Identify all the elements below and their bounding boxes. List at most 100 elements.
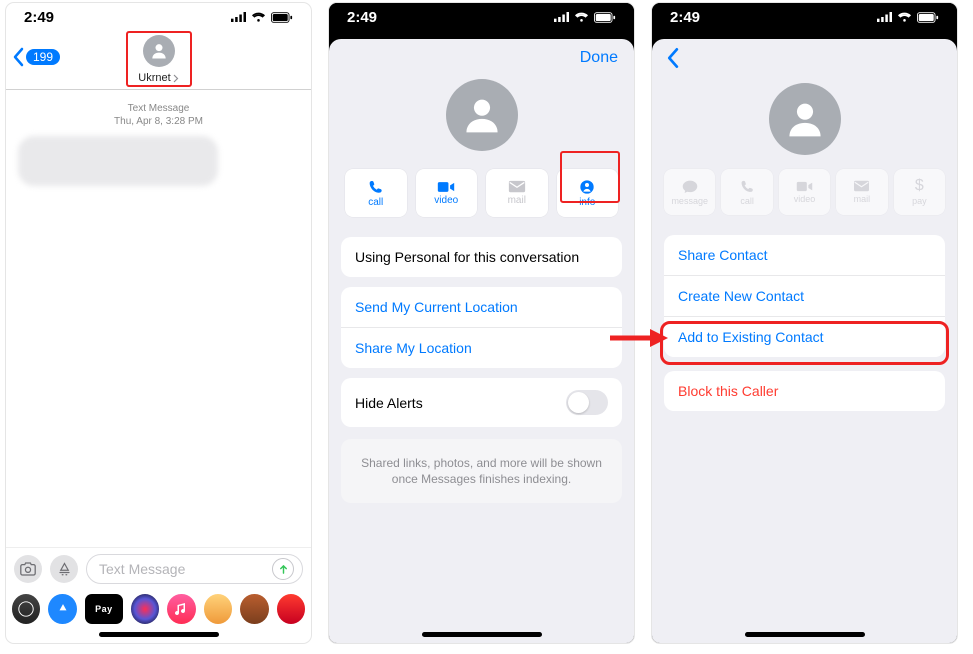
- group-block: Block this Caller: [664, 371, 945, 411]
- app-store-icon[interactable]: [12, 594, 40, 624]
- mail-button: mail: [486, 169, 548, 217]
- mail-icon: [508, 180, 526, 193]
- hide-alerts-row: Hide Alerts: [341, 378, 622, 427]
- video-icon: [796, 181, 813, 192]
- message-composer: Text Message: [6, 547, 311, 590]
- app-strip[interactable]: Pay: [6, 590, 311, 628]
- mail-icon: [853, 180, 870, 192]
- video-button: video: [779, 169, 830, 215]
- hide-alerts-label: Hide Alerts: [355, 395, 423, 411]
- contact-info-sheet: Done call video mail: [329, 39, 634, 643]
- status-bar: 2:49: [329, 3, 634, 31]
- status-time: 2:49: [24, 9, 54, 26]
- wifi-icon: [574, 12, 589, 23]
- using-personal-row[interactable]: Using Personal for this conversation: [341, 237, 622, 277]
- message-type-label: Text Message: [6, 102, 311, 115]
- using-personal-label: Using Personal for this conversation: [355, 249, 579, 265]
- video-label: video: [434, 195, 458, 206]
- add-existing-row[interactable]: Add to Existing Contact: [664, 316, 945, 357]
- share-contact-label: Share Contact: [678, 247, 768, 263]
- message-label: message: [671, 196, 708, 206]
- app-misc-icon[interactable]: [277, 594, 305, 624]
- message-icon: [682, 179, 698, 194]
- wifi-icon: [251, 12, 266, 23]
- send-location-row[interactable]: Send My Current Location: [341, 287, 622, 327]
- camera-button[interactable]: [14, 555, 42, 583]
- appstore-icon: [57, 562, 72, 577]
- battery-icon: [594, 12, 616, 23]
- status-bar: 2:49: [652, 3, 957, 31]
- video-label: video: [794, 194, 816, 204]
- battery-icon: [917, 12, 939, 23]
- appstore-button[interactable]: [50, 555, 78, 583]
- app-memoji-icon[interactable]: [204, 594, 232, 624]
- status-icons: [231, 12, 293, 23]
- camera-icon: [20, 562, 36, 576]
- home-indicator[interactable]: [422, 632, 542, 637]
- cellular-icon: [877, 12, 892, 22]
- indexing-text: Shared links, photos, and more will be s…: [361, 456, 602, 486]
- group-alerts: Hide Alerts: [341, 378, 622, 427]
- app-applepay-icon[interactable]: Pay: [85, 594, 123, 624]
- message-button: message: [664, 169, 715, 215]
- home-indicator[interactable]: [99, 632, 219, 637]
- create-contact-row[interactable]: Create New Contact: [664, 275, 945, 316]
- phone-contact-more: 2:49 message: [652, 3, 957, 643]
- nav-bar: 199 Ukrnet: [6, 31, 311, 90]
- pay-label: pay: [912, 196, 927, 206]
- indexing-card: Shared links, photos, and more will be s…: [341, 439, 622, 503]
- group-location: Send My Current Location Share My Locati…: [341, 287, 622, 368]
- highlight-box-contact: [126, 31, 192, 87]
- dollar-icon: $: [915, 178, 924, 194]
- cellular-icon: [231, 12, 246, 22]
- app-music-icon[interactable]: [167, 594, 195, 624]
- unread-badge: 199: [26, 49, 60, 65]
- phone-icon: [368, 179, 384, 195]
- phone-icon: [740, 179, 755, 194]
- battery-icon: [271, 12, 293, 23]
- status-time: 2:49: [670, 9, 700, 26]
- add-existing-label: Add to Existing Contact: [678, 329, 824, 345]
- video-button[interactable]: video: [416, 169, 478, 217]
- mail-label: mail: [854, 194, 871, 204]
- send-location-label: Send My Current Location: [355, 299, 518, 315]
- call-button: call: [721, 169, 772, 215]
- status-bar: 2:49: [6, 3, 311, 31]
- share-location-label: Share My Location: [355, 340, 472, 356]
- avatar-icon: [446, 79, 518, 151]
- message-placeholder: Text Message: [99, 561, 185, 577]
- call-label: call: [368, 197, 383, 208]
- video-icon: [437, 181, 455, 193]
- back-button[interactable]: 199: [12, 47, 60, 67]
- create-contact-label: Create New Contact: [678, 288, 804, 304]
- hide-alerts-toggle[interactable]: [566, 390, 608, 415]
- block-caller-row[interactable]: Block this Caller: [664, 371, 945, 411]
- message-timestamp: Thu, Apr 8, 3:28 PM: [6, 115, 311, 128]
- back-button[interactable]: [666, 49, 679, 74]
- phone-contact-details: 2:49 Done call video: [329, 3, 634, 643]
- wifi-icon: [897, 12, 912, 23]
- done-button[interactable]: Done: [580, 49, 618, 67]
- app-appstore-icon[interactable]: [48, 594, 76, 624]
- cellular-icon: [554, 12, 569, 22]
- highlight-box-info: [560, 151, 620, 203]
- share-location-row[interactable]: Share My Location: [341, 327, 622, 368]
- chevron-left-icon: [12, 47, 24, 67]
- app-animoji-icon[interactable]: [240, 594, 268, 624]
- notch: [745, 3, 865, 25]
- send-button[interactable]: [272, 558, 294, 580]
- conversation-area[interactable]: Text Message Thu, Apr 8, 3:28 PM: [6, 90, 311, 547]
- call-button[interactable]: call: [345, 169, 407, 217]
- mail-label: mail: [508, 195, 526, 206]
- status-time: 2:49: [347, 9, 377, 26]
- message-bubble-blurred: [18, 136, 218, 186]
- call-label: call: [740, 196, 754, 206]
- app-photos-icon[interactable]: [131, 594, 159, 624]
- contact-more-sheet: message call video mail $ pay: [652, 39, 957, 643]
- arrow-icon: [608, 328, 668, 348]
- mail-button: mail: [836, 169, 887, 215]
- home-indicator[interactable]: [745, 632, 865, 637]
- status-icons: [877, 12, 939, 23]
- share-contact-row[interactable]: Share Contact: [664, 235, 945, 275]
- message-input[interactable]: Text Message: [86, 554, 303, 584]
